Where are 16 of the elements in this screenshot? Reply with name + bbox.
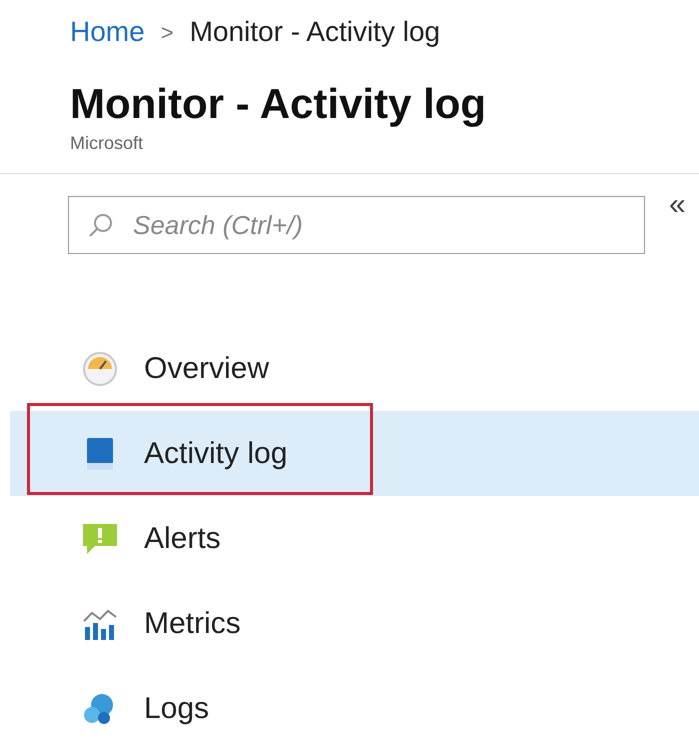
search-icon <box>88 212 114 238</box>
search-field[interactable]: Search (Ctrl+/) <box>68 196 645 254</box>
menu-item[interactable]: Alerts <box>10 496 699 581</box>
notebook-icon <box>85 436 115 470</box>
menu-item[interactable]: Metrics <box>10 581 699 666</box>
alert-message-icon <box>81 522 119 556</box>
menu-item[interactable]: Activity log <box>10 411 699 496</box>
menu-item[interactable]: Overview <box>10 326 699 411</box>
page-title: Monitor - Activity log <box>70 80 488 128</box>
menu-item[interactable]: Logs <box>10 666 699 751</box>
page-subtitle: Microsoft <box>70 132 144 155</box>
breadcrumb-separator: > <box>160 18 174 46</box>
breadcrumb-link[interactable]: Home <box>70 11 145 53</box>
gauge-icon <box>82 350 118 386</box>
collapse-button[interactable]: « <box>669 182 686 227</box>
breadcrumb-current: Monitor - Activity log <box>190 15 440 49</box>
